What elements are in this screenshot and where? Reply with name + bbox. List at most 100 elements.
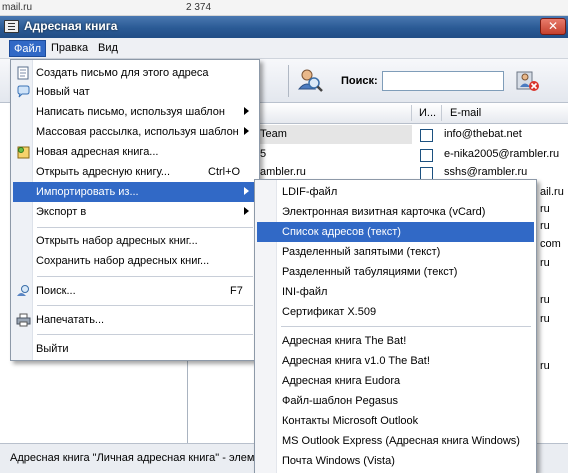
new-book-icon [17, 146, 30, 159]
menu-item-label: Файл-шаблон Pegasus [282, 395, 399, 407]
menu-bar: Файл Правка Вид [0, 38, 568, 59]
menu-item-open-address-book[interactable]: Открыть адресную книгу... Ctrl+O [13, 162, 257, 182]
submenu-arrow-icon [244, 107, 249, 115]
window-title: Адресная книга [24, 19, 118, 33]
email-fragment: ru [540, 203, 550, 215]
import-item-ldif[interactable]: LDIF-файл [257, 182, 534, 202]
chat-icon [17, 85, 30, 98]
menu-item-label: Разделенный запятыми (текст) [282, 246, 441, 258]
menu-separator [37, 334, 253, 335]
menu-item-export-to[interactable]: Экспорт в [13, 202, 257, 222]
menu-file[interactable]: Файл [9, 40, 47, 57]
menu-item-label: Выйти [36, 343, 69, 355]
menu-item-label: INI-файл [282, 286, 328, 298]
toolbar-separator [288, 65, 289, 97]
menu-item-mass-mailing[interactable]: Массовая рассылка, используя шаблон [13, 122, 257, 142]
import-item-thebat-v1[interactable]: Адресная книга v1.0 The Bat! [257, 351, 534, 371]
menu-item-shortcut: F7 [230, 285, 243, 297]
row-checkbox[interactable] [420, 129, 433, 142]
menu-item-label: Напечатать... [36, 314, 105, 326]
menu-item-label: Новый чат [36, 86, 90, 98]
menu-item-label: LDIF-файл [282, 186, 338, 198]
column-header-group[interactable]: И... [419, 107, 436, 119]
menu-item-label: Новая адресная книга... [36, 146, 159, 158]
contact-name[interactable]: Team [260, 128, 287, 140]
menu-item-label: Сохранить набор адресных книг... [36, 255, 210, 267]
import-submenu: LDIF-файл Электронная визитная карточка … [254, 179, 537, 473]
file-menu: Создать письмо для этого адреса Новый ча… [10, 59, 260, 361]
import-item-ini[interactable]: INI-файл [257, 282, 534, 302]
background-text: mail.ru [2, 2, 33, 13]
menu-item-shortcut: Ctrl+O [208, 166, 241, 178]
menu-separator [37, 305, 253, 306]
new-letter-icon [17, 66, 29, 80]
submenu-arrow-icon [244, 187, 249, 195]
search-input[interactable] [382, 71, 504, 91]
email-fragment: ru [540, 360, 550, 372]
menu-item-new-chat[interactable]: Новый чат [13, 82, 257, 102]
menu-item-print[interactable]: Напечатать... [13, 310, 257, 330]
menu-item-search[interactable]: Поиск... F7 [13, 281, 257, 301]
menu-item-write-template[interactable]: Написать письмо, используя шаблон [13, 102, 257, 122]
background-window-strip: mail.ru 2 374 [0, 0, 568, 16]
import-item-comma-separated[interactable]: Разделенный запятыми (текст) [257, 242, 534, 262]
menu-item-import-from[interactable]: Импортировать из... [13, 182, 257, 202]
import-item-x509[interactable]: Сертификат X.509 [257, 302, 534, 322]
status-panel: Адресная книга "Личная адресная книга" -… [0, 446, 264, 466]
background-number: 2 374 [186, 2, 212, 13]
menu-item-label: Экспорт в [36, 206, 87, 218]
menu-item-label: Электронная визитная карточка (vCard) [282, 206, 486, 218]
menu-item-label: Поиск... [36, 285, 76, 297]
menu-item-label: Разделенный табуляциями (текст) [282, 266, 458, 278]
menu-item-label: Открыть набор адресных книг... [36, 235, 198, 247]
import-item-tab-separated[interactable]: Разделенный табуляциями (текст) [257, 262, 534, 282]
import-item-address-list-text[interactable]: Список адресов (текст) [257, 222, 534, 242]
menu-edit[interactable]: Правка [47, 40, 92, 57]
menu-item-new-letter[interactable]: Создать письмо для этого адреса [13, 63, 257, 83]
contact-name[interactable]: 5 [260, 148, 266, 160]
menu-separator [37, 227, 253, 228]
submenu-arrow-icon [244, 207, 249, 215]
contact-email[interactable]: info@thebat.net [444, 128, 522, 140]
menu-view[interactable]: Вид [94, 40, 122, 57]
import-item-windows-mail[interactable]: Почта Windows (Vista) [257, 451, 534, 471]
menu-item-label: Открыть адресную книгу... [36, 166, 171, 178]
contact-name[interactable]: ambler.ru [260, 166, 306, 178]
menu-item-label: Импортировать из... [36, 186, 139, 198]
menu-item-label: Массовая рассылка, используя шаблон [36, 126, 239, 138]
delete-contact-icon[interactable] [514, 67, 540, 93]
menu-separator [281, 326, 531, 327]
find-contact-icon[interactable] [297, 67, 323, 93]
menu-item-label: Адресная книга v1.0 The Bat! [282, 355, 430, 367]
submenu-arrow-icon [244, 127, 249, 135]
menu-item-label: Список адресов (текст) [282, 226, 401, 238]
email-fragment: com [540, 238, 561, 250]
address-book-icon [4, 20, 19, 33]
menu-item-label: Написать письмо, используя шаблон [36, 106, 225, 118]
printer-icon [16, 313, 31, 327]
import-item-outlook[interactable]: Контакты Microsoft Outlook [257, 411, 534, 431]
menu-item-open-book-set[interactable]: Открыть набор адресных книг... [13, 231, 257, 251]
contact-email[interactable]: e-nika2005@rambler.ru [444, 148, 559, 160]
import-item-pegasus[interactable]: Файл-шаблон Pegasus [257, 391, 534, 411]
menu-item-new-address-book[interactable]: Новая адресная книга... [13, 142, 257, 162]
menu-item-label: Адресная книга Eudora [282, 375, 401, 387]
status-text: Адресная книга "Личная адресная книга" -… [10, 452, 255, 464]
menu-item-label: Создать письмо для этого адреса [36, 67, 209, 79]
row-checkbox[interactable] [420, 149, 433, 162]
import-item-eudora[interactable]: Адресная книга Eudora [257, 371, 534, 391]
column-header-email[interactable]: E-mail [450, 107, 481, 119]
menu-item-label: Адресная книга The Bat! [282, 335, 407, 347]
close-button[interactable]: ✕ [540, 18, 566, 35]
title-bar: Адресная книга ✕ [0, 16, 568, 38]
menu-item-exit[interactable]: Выйти [13, 339, 257, 359]
import-item-vcard[interactable]: Электронная визитная карточка (vCard) [257, 202, 534, 222]
column-divider [411, 105, 412, 121]
import-item-outlook-express[interactable]: MS Outlook Express (Адресная книга Windo… [257, 431, 534, 451]
import-item-thebat[interactable]: Адресная книга The Bat! [257, 331, 534, 351]
contact-email[interactable]: sshs@rambler.ru [444, 166, 527, 178]
menu-separator [37, 276, 253, 277]
email-fragment: ru [540, 257, 550, 269]
menu-item-save-book-set[interactable]: Сохранить набор адресных книг... [13, 251, 257, 271]
email-fragment: ru [540, 294, 550, 306]
